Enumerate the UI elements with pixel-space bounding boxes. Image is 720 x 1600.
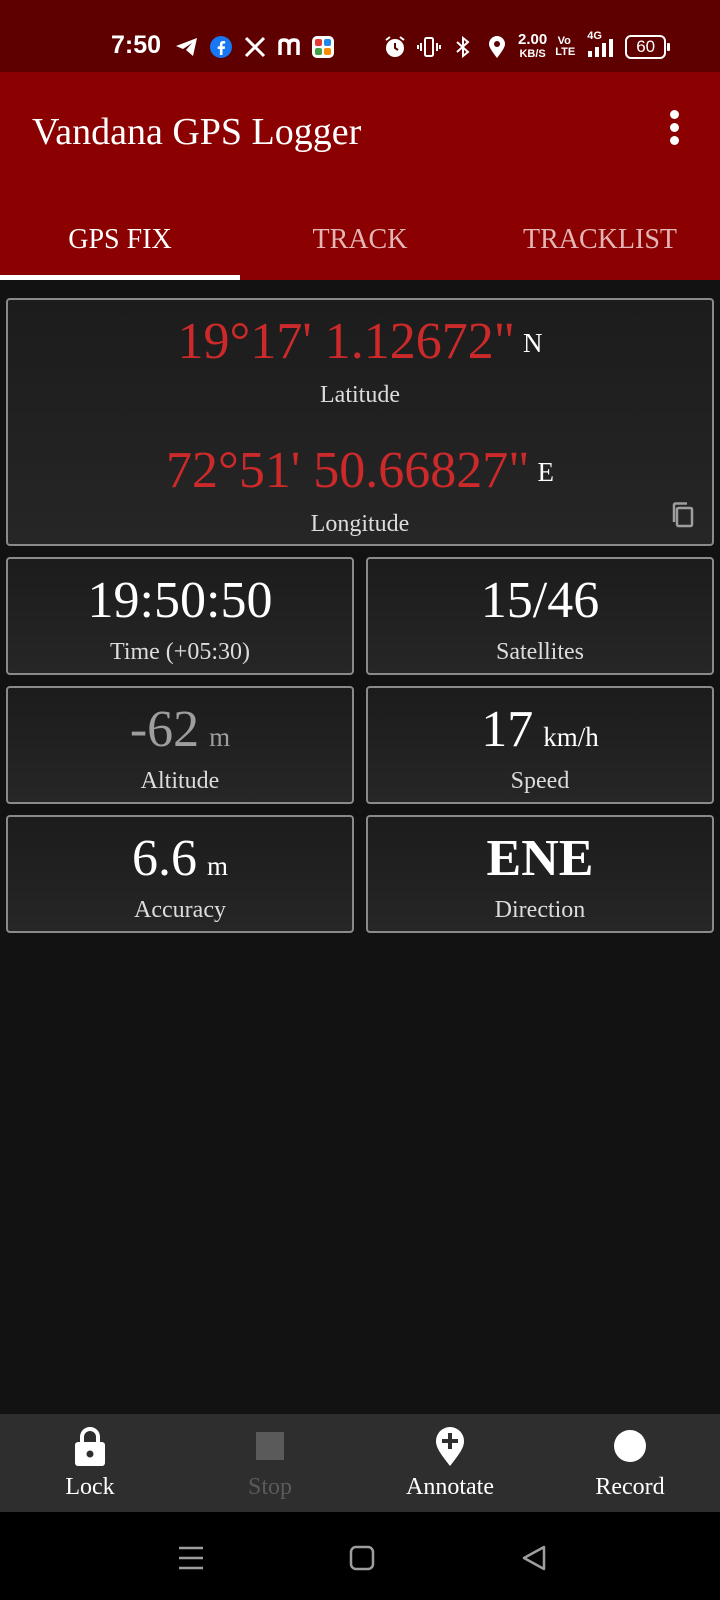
app-title: Vandana GPS Logger [32,111,362,153]
telegram-icon [174,34,200,60]
system-icons: 2.00 KB/S Vo LTE 4G 60 [382,30,671,61]
speed-label: Speed [510,768,570,794]
volte-indicator: Vo LTE [555,35,576,58]
tab-tracklist[interactable]: TRACKLIST [480,210,720,280]
time-card: 19:50:50 Time (+05:30) [6,557,354,675]
coordinates-card: 19°17' 1.12672" N Latitude 72°51' 50.6682… [6,298,714,546]
network-speed: 2.00 KB/S [518,31,548,60]
altitude-label: Altitude [140,768,220,794]
stop-icon [180,1426,360,1466]
longitude-value: 72°51' 50.66827" E [166,442,554,499]
status-bar: 7:50 2.00 KB/S Vo LTE 4G 60 [0,0,720,72]
x-icon [242,34,268,60]
bluetooth-icon [450,34,476,60]
stop-button[interactable]: Stop [180,1414,360,1512]
longitude-hemisphere: E [537,457,554,487]
annotate-label: Annotate [406,1474,494,1500]
satellites-card: 15/46 Satellites [366,557,714,675]
status-time: 7:50 [111,31,162,59]
m-icon [276,34,302,60]
bottom-action-bar: Lock Stop Annotate Record [0,1414,720,1512]
location-icon [484,34,510,60]
speed-card: 17 km/h Speed [366,686,714,804]
app-bar: Vandana GPS Logger GPS FIX TRACK TRACKLI… [0,72,720,280]
notification-icons [174,34,336,60]
lock-icon [0,1426,180,1466]
speed-value: 17 km/h [481,701,599,758]
annotate-icon [360,1426,540,1466]
facebook-icon [208,34,234,60]
battery-indicator: 60 [625,35,671,59]
tab-track[interactable]: TRACK [240,210,480,280]
direction-value: ENE [486,830,594,887]
record-label: Record [595,1474,665,1500]
time-value: 19:50:50 [87,572,273,629]
altitude-unit: m [209,722,231,752]
system-navigation-bar [0,1512,720,1600]
menu-icon[interactable] [171,1538,211,1578]
tab-bar: GPS FIX TRACK TRACKLIST [0,210,720,280]
accuracy-label: Accuracy [134,897,226,923]
direction-label: Direction [494,897,586,923]
latitude-value: 19°17' 1.12672" N [177,313,543,370]
alarm-icon [382,34,408,60]
annotate-button[interactable]: Annotate [360,1414,540,1512]
lock-button[interactable]: Lock [0,1414,180,1512]
accuracy-unit: m [206,851,228,881]
accuracy-value: 6.6 m [131,830,228,887]
back-icon[interactable] [514,1538,554,1578]
home-icon[interactable] [342,1538,382,1578]
latitude-label: Latitude [320,382,400,408]
accuracy-card: 6.6 m Accuracy [6,815,354,933]
overflow-menu-icon[interactable] [660,110,688,150]
stop-label: Stop [247,1474,292,1500]
time-label: Time (+05:30) [110,639,250,665]
record-button[interactable]: Record [540,1414,720,1512]
copy-icon[interactable] [668,500,698,530]
record-icon [540,1426,720,1466]
signal-icon: 4G [581,30,617,60]
satellites-value: 15/46 [480,572,600,629]
longitude-label: Longitude [310,511,410,537]
satellites-label: Satellites [496,639,584,665]
apps-icon [310,34,336,60]
vibrate-icon [416,34,442,60]
direction-card: ENE Direction [366,815,714,933]
tab-gps-fix[interactable]: GPS FIX [0,210,240,280]
speed-unit: km/h [543,722,599,752]
latitude-hemisphere: N [522,328,543,358]
lock-label: Lock [65,1474,115,1500]
altitude-card: -62 m Altitude [6,686,354,804]
altitude-value: -62 m [129,701,231,758]
